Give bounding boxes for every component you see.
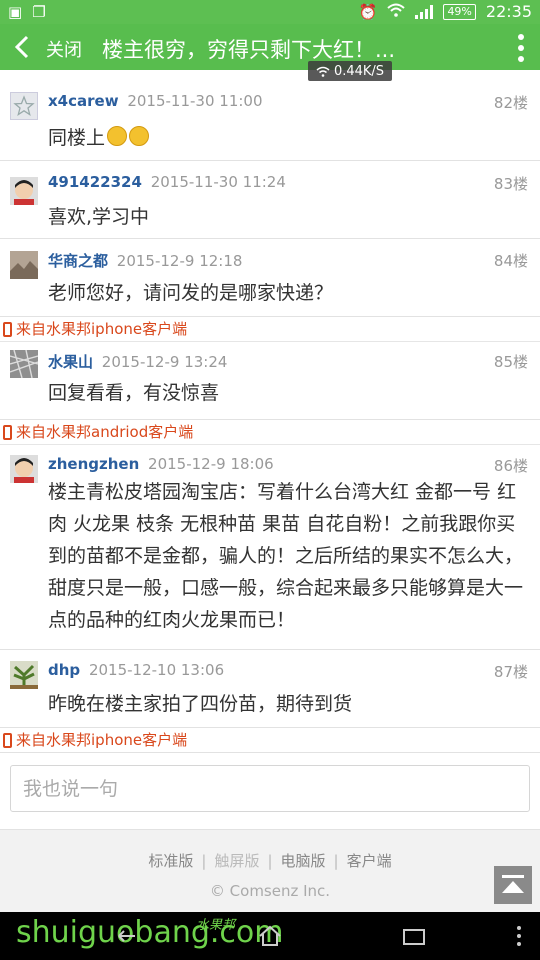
reply-area — [0, 752, 540, 830]
avatar[interactable] — [10, 251, 38, 279]
avatar[interactable] — [10, 177, 38, 205]
client-source-text: 来自水果邦andriod客户端 — [16, 423, 194, 441]
post-meta: x4carew 2015-11-30 11:00 — [48, 92, 263, 110]
post-author[interactable]: 水果山 — [48, 353, 93, 371]
post-author[interactable]: dhp — [48, 661, 80, 679]
post-meta: dhp 2015-12-10 13:06 — [48, 661, 224, 679]
post-date: 2015-12-9 18:06 — [148, 455, 274, 473]
app-notification-icon: ▣ — [8, 3, 23, 21]
phone-icon — [3, 425, 12, 440]
post-meta: 华商之都 2015-12-9 12:18 — [48, 250, 242, 271]
post-author[interactable]: 491422324 — [48, 173, 142, 191]
post-author[interactable]: x4carew — [48, 92, 119, 110]
client-source-text: 来自水果邦iphone客户端 — [16, 320, 188, 338]
post-date: 2015-11-30 11:00 — [127, 92, 263, 110]
post-item: 491422324 2015-11-30 11:24 83楼 喜欢,学习中 — [0, 161, 540, 239]
emoji-icon — [107, 126, 128, 146]
post-item: 水果山 2015-12-9 13:24 85楼 回复看看，有没惊喜 — [0, 342, 540, 420]
post-item: dhp 2015-12-10 13:06 87楼 昨晚在楼主家拍了四份苗，期待到… — [0, 650, 540, 728]
battery-indicator: 49% — [443, 3, 476, 20]
avatar[interactable] — [10, 92, 38, 120]
emoji-icon — [129, 126, 150, 146]
footer-link-touch: 触屏版 — [214, 852, 260, 870]
close-button[interactable]: 关闭 — [46, 36, 82, 62]
post-list: x4carew 2015-11-30 11:00 82楼 同楼上 4914223… — [0, 70, 540, 753]
more-options-icon[interactable] — [516, 34, 526, 62]
watermark-text: shuiguobang.com — [16, 915, 284, 950]
post-floor: 84楼 — [493, 252, 528, 270]
client-source-text: 来自水果邦iphone客户端 — [16, 731, 188, 749]
footer-links: 标准版 | 触屏版 | 电脑版 | 客户端 — [0, 850, 540, 871]
post-content: 回复看看，有没惊喜 — [48, 382, 220, 404]
client-source[interactable]: 来自水果邦iphone客户端 — [0, 317, 540, 342]
post-author[interactable]: 华商之都 — [48, 252, 108, 270]
phone-icon — [3, 733, 12, 748]
top-app-bar: 关闭 楼主很穷，穷得只剩下大红！... — [0, 24, 540, 70]
client-source[interactable]: 来自水果邦iphone客户端 — [0, 728, 540, 753]
post-content: 同楼上 — [48, 122, 532, 154]
post-item: zhengzhen 2015-12-9 18:06 86楼 楼主青松皮塔园淘宝店… — [0, 445, 540, 650]
post-date: 2015-11-30 11:24 — [150, 173, 286, 191]
post-item: x4carew 2015-11-30 11:00 82楼 同楼上 — [0, 70, 540, 161]
status-bar: ▣ ❐ ⏰ 49% 22:35 — [0, 0, 540, 24]
post-author[interactable]: zhengzhen — [48, 455, 139, 473]
post-meta: zhengzhen 2015-12-9 18:06 — [48, 455, 274, 473]
post-item: 华商之都 2015-12-9 12:18 84楼 老师您好，请问发的是哪家快递？ — [0, 239, 540, 317]
post-floor: 83楼 — [493, 175, 528, 193]
post-floor: 82楼 — [493, 94, 528, 112]
separator: | — [201, 852, 207, 870]
post-meta: 491422324 2015-11-30 11:24 — [48, 173, 286, 191]
screen-notification-icon: ❐ — [32, 3, 46, 21]
client-source[interactable]: 来自水果邦andriod客户端 — [0, 420, 540, 445]
nav-home-icon[interactable] — [258, 925, 282, 947]
network-speed-value: 0.44K/S — [333, 63, 385, 79]
post-content: 喜欢,学习中 — [48, 206, 150, 228]
copyright: © Comsenz Inc. — [209, 882, 331, 900]
avatar[interactable] — [10, 455, 38, 483]
reply-input[interactable] — [10, 765, 530, 812]
post-floor: 87楼 — [493, 663, 528, 681]
photo-avatar-icon — [10, 251, 38, 279]
clock: 22:35 — [485, 2, 532, 21]
separator: | — [267, 852, 273, 870]
post-text: 同楼上 — [48, 127, 106, 149]
post-floor: 85楼 — [493, 353, 528, 371]
post-date: 2015-12-9 13:24 — [101, 353, 228, 371]
phone-icon — [3, 322, 12, 337]
post-date: 2015-12-9 12:18 — [116, 252, 243, 270]
footer-link-pc[interactable]: 电脑版 — [281, 852, 326, 870]
default-avatar-star-icon — [13, 95, 35, 116]
post-content: 昨晚在楼主家拍了四份苗，期待到货 — [48, 693, 353, 715]
plant-avatar-icon — [10, 661, 38, 689]
footer-link-standard[interactable]: 标准版 — [148, 852, 193, 870]
separator: | — [333, 852, 339, 870]
avatar[interactable] — [9, 349, 39, 379]
person-avatar-icon — [10, 455, 38, 483]
post-floor: 86楼 — [493, 457, 528, 475]
alarm-icon: ⏰ — [358, 2, 378, 21]
nav-menu-icon[interactable] — [516, 926, 522, 946]
back-to-top-icon — [502, 875, 524, 878]
footer-link-client[interactable]: 客户端 — [347, 852, 392, 870]
post-content: 楼主青松皮塔园淘宝店：写着什么台湾大红 金都一号 红肉 火龙果 枝条 无根种苗 … — [48, 481, 524, 631]
signal-icon — [415, 4, 434, 19]
photo-avatar-icon — [9, 349, 39, 379]
post-date: 2015-12-10 13:06 — [88, 661, 225, 679]
back-arrow-icon[interactable] — [12, 34, 34, 60]
wifi-icon — [387, 3, 406, 21]
post-meta: 水果山 2015-12-9 13:24 — [48, 351, 227, 372]
network-speed-overlay: 0.44K/S — [308, 61, 392, 81]
nav-recent-apps-icon[interactable] — [403, 929, 425, 945]
person-avatar-icon — [10, 177, 38, 205]
thread-title: 楼主很穷，穷得只剩下大红！... — [102, 38, 396, 62]
avatar[interactable] — [10, 661, 38, 689]
back-to-top-button[interactable] — [494, 866, 532, 904]
post-content: 老师您好，请问发的是哪家快递？ — [48, 282, 334, 304]
system-nav-bar: shuiguobang.com 水果邦 — [0, 912, 540, 960]
watermark-logo: 水果邦 — [196, 918, 236, 933]
nav-back-icon[interactable] — [116, 928, 138, 944]
wifi-speed-icon — [316, 66, 330, 77]
